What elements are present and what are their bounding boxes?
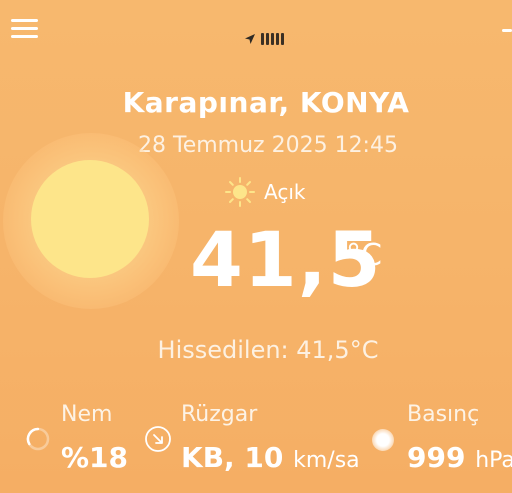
temperature-unit: °C <box>346 238 382 273</box>
humidity-label: Nem <box>61 402 113 427</box>
signal-bars-icon <box>261 33 284 45</box>
sun-icon <box>225 177 255 207</box>
weather-condition: Açık <box>224 176 305 208</box>
sun-graphic <box>31 160 149 278</box>
pressure-value: 999 <box>407 441 466 474</box>
pressure-value-group: 999 hPa <box>407 441 512 474</box>
wind-label: Rüzgar <box>181 402 258 427</box>
menu-icon[interactable] <box>11 19 38 39</box>
edge-tab-icon <box>502 29 512 32</box>
status-indicator <box>244 33 284 45</box>
location-title: Karapınar, KONYA <box>122 86 410 119</box>
wind-value-group: KB, 10 km/sa <box>181 441 360 474</box>
wind-unit: km/sa <box>293 448 360 473</box>
humidity-value: %18 <box>61 441 129 474</box>
pressure-unit: hPa <box>475 448 512 473</box>
pressure-glow-icon <box>372 429 394 451</box>
wind-direction-icon <box>145 426 171 452</box>
feels-like: Hissedilen: 41,5°C <box>157 336 379 364</box>
pressure-label: Basınç <box>407 402 480 427</box>
humidity-ring-icon <box>26 427 50 451</box>
wind-value: KB, 10 <box>181 441 284 474</box>
condition-label: Açık <box>264 180 306 204</box>
navigation-arrow-icon <box>245 34 255 44</box>
